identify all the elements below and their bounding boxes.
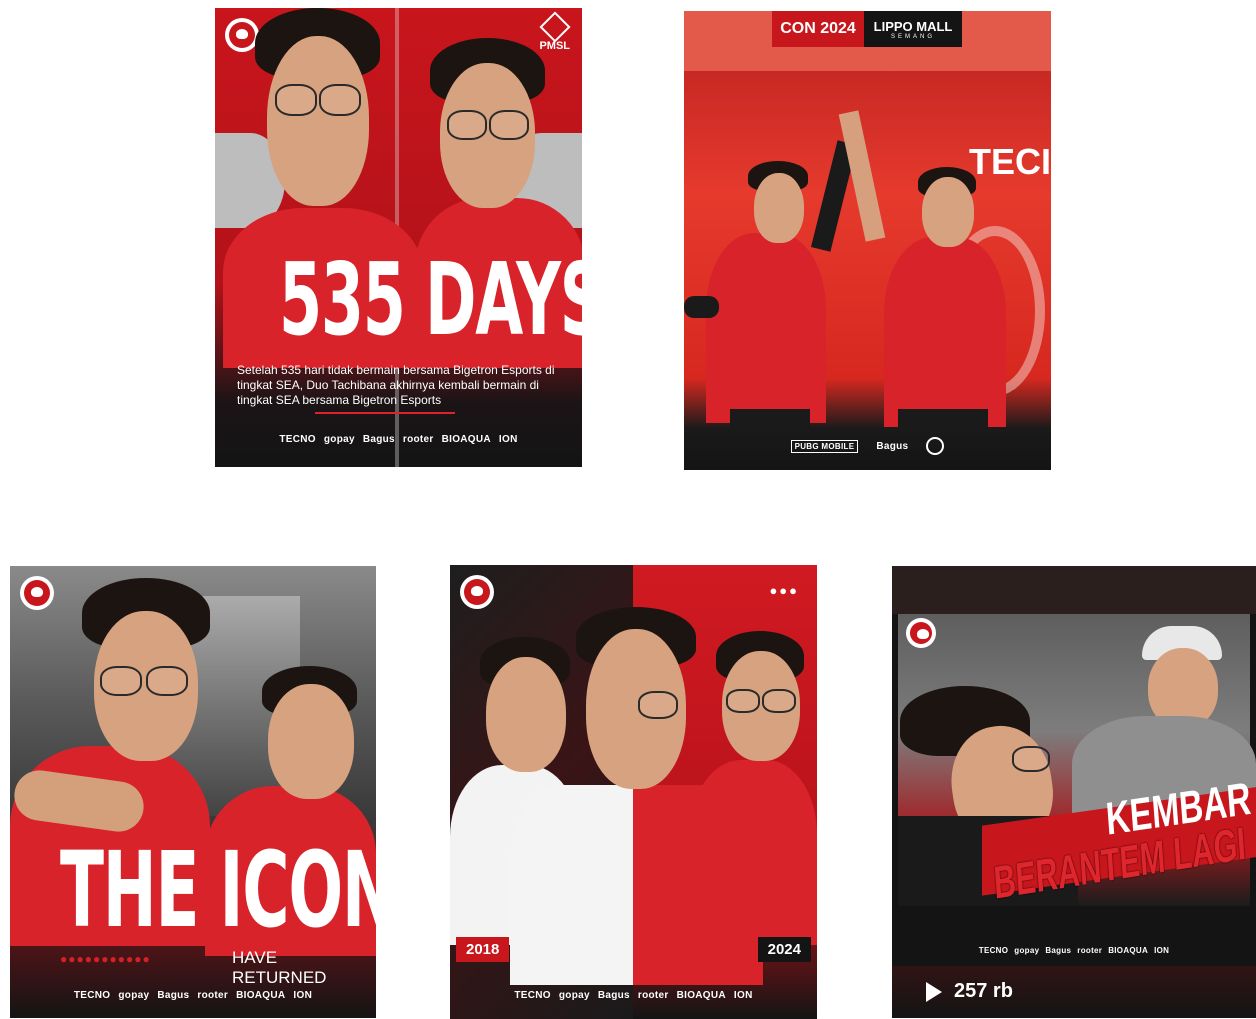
sponsor-bar: PUBG MOBILE Bagus [684, 437, 1051, 455]
venue-subtitle: SEMANG [890, 33, 935, 40]
post-card-535-days[interactable]: PMSL 535 DAYS Setelah 535 hari tidak ber… [215, 8, 582, 467]
post-card-2018-2024[interactable]: ●●● 2018 2024 TECNO gopay Bagus rooter B… [450, 565, 817, 1019]
league-badge: PMSL [539, 11, 571, 52]
glasses-icon [489, 110, 529, 140]
event-logo: CON 2024 [772, 11, 864, 47]
sponsor-tecno: TECNO [279, 434, 316, 445]
view-count-label: 257 rb [954, 980, 1013, 1002]
blurred-top-strip [892, 566, 1256, 614]
post-title: 535 DAYS [279, 241, 582, 358]
sponsor-gopay: gopay [118, 990, 150, 1001]
skull-row-icon: ●●● [769, 583, 799, 598]
sponsor-bar: TECNO gopay Bagus rooter BIOAQUA ION [450, 990, 817, 1001]
player-face [754, 173, 804, 243]
glasses-icon [726, 689, 760, 713]
sponsor-gopay: gopay [558, 990, 590, 1001]
play-icon [926, 981, 942, 1002]
sponsor-bar: TECNO gopay Bagus rooter BIOAQUA ION [892, 946, 1256, 955]
backdrop-text: TECI [968, 141, 1051, 182]
player-jersey-right-half [633, 785, 763, 985]
sponsor-ion: ION [1154, 946, 1170, 955]
glasses-icon [762, 689, 796, 713]
player-face [922, 177, 974, 247]
sponsor-mark-icon [926, 437, 945, 455]
sponsor-rooter: rooter [1077, 946, 1103, 955]
player-face [268, 684, 354, 799]
sponsor-tecno: TECNO [514, 990, 551, 1001]
player-pants [730, 409, 810, 431]
glasses-icon [1012, 746, 1050, 772]
sponsor-bagus: Bagus [876, 440, 909, 452]
year-right-badge: 2024 [757, 937, 811, 962]
player-jersey [884, 237, 1006, 427]
team-logo-icon [225, 18, 259, 52]
glasses-icon [638, 691, 678, 719]
team-logo-icon [460, 575, 494, 609]
sponsor-bioaqua: BIOAQUA [676, 990, 726, 1001]
post-subtitle: HAVE RETURNED [232, 948, 327, 987]
sponsor-bagus: Bagus [362, 434, 395, 445]
sponsor-ion: ION [733, 990, 753, 1001]
sponsor-bagus: Bagus [1045, 946, 1072, 955]
sponsor-tecno: TECNO [73, 990, 111, 1001]
sponsor-bioaqua: BIOAQUA [1108, 946, 1149, 955]
post-caption: Setelah 535 hari tidak bermain bersama B… [237, 363, 555, 407]
sponsor-bagus: Bagus [157, 990, 190, 1001]
caption-underline [315, 412, 455, 414]
glasses-icon [146, 666, 188, 696]
sponsor-gopay: gopay [323, 434, 355, 445]
player-jersey-left-half [510, 785, 633, 985]
glasses-icon [447, 110, 487, 140]
year-left-badge: 2018 [456, 937, 510, 962]
sponsor-tecno: TECNO [978, 946, 1009, 955]
glasses-icon [100, 666, 142, 696]
sponsor-rooter: rooter [637, 990, 669, 1001]
view-count: 257 rb [926, 980, 1013, 1003]
sponsor-bioaqua: BIOAQUA [236, 990, 286, 1001]
sponsor-bagus: Bagus [597, 990, 630, 1001]
player-face [267, 36, 369, 206]
post-card-the-icons[interactable]: THE ICONS ●●●●●●●●●●● HAVE RETURNED TECN… [10, 566, 376, 1018]
video-card-kembar-berantem-lagi[interactable]: KEMBAR BERANTEM LAGI TECNO gopay Bagus r… [892, 566, 1256, 1018]
post-card-stage-photo[interactable]: CON 2024 LIPPO MALL SEMANG TECI PUBG MOB… [684, 11, 1051, 470]
venue-name: LIPPO MALL [873, 18, 953, 34]
player-jersey [706, 233, 826, 423]
sponsor-rooter: rooter [197, 990, 229, 1001]
sponsor-bar: TECNO gopay Bagus rooter BIOAQUA ION [215, 434, 582, 445]
glasses-icon [275, 84, 317, 116]
glasses-icon [319, 84, 361, 116]
title-underline [239, 360, 559, 362]
player-face [486, 657, 566, 772]
team-logo-icon [20, 576, 54, 610]
league-logo-icon [539, 11, 571, 43]
team-logo-icon [906, 618, 936, 648]
sponsor-bioaqua: BIOAQUA [441, 434, 491, 445]
player-pants [898, 409, 988, 431]
skull-row-icon: ●●●●●●●●●●● [60, 952, 151, 966]
event-header: CON 2024 LIPPO MALL SEMANG [772, 11, 962, 47]
sponsor-bar: TECNO gopay Bagus rooter BIOAQUA ION [10, 990, 376, 1001]
sponsor-ion: ION [293, 990, 313, 1001]
sponsor-pubg-mobile: PUBG MOBILE [790, 439, 859, 453]
sponsor-gopay: gopay [1014, 946, 1040, 955]
sponsor-ion: ION [498, 434, 518, 445]
player-arm [684, 296, 719, 318]
sponsor-rooter: rooter [402, 434, 434, 445]
post-title: THE ICONS [60, 829, 376, 951]
